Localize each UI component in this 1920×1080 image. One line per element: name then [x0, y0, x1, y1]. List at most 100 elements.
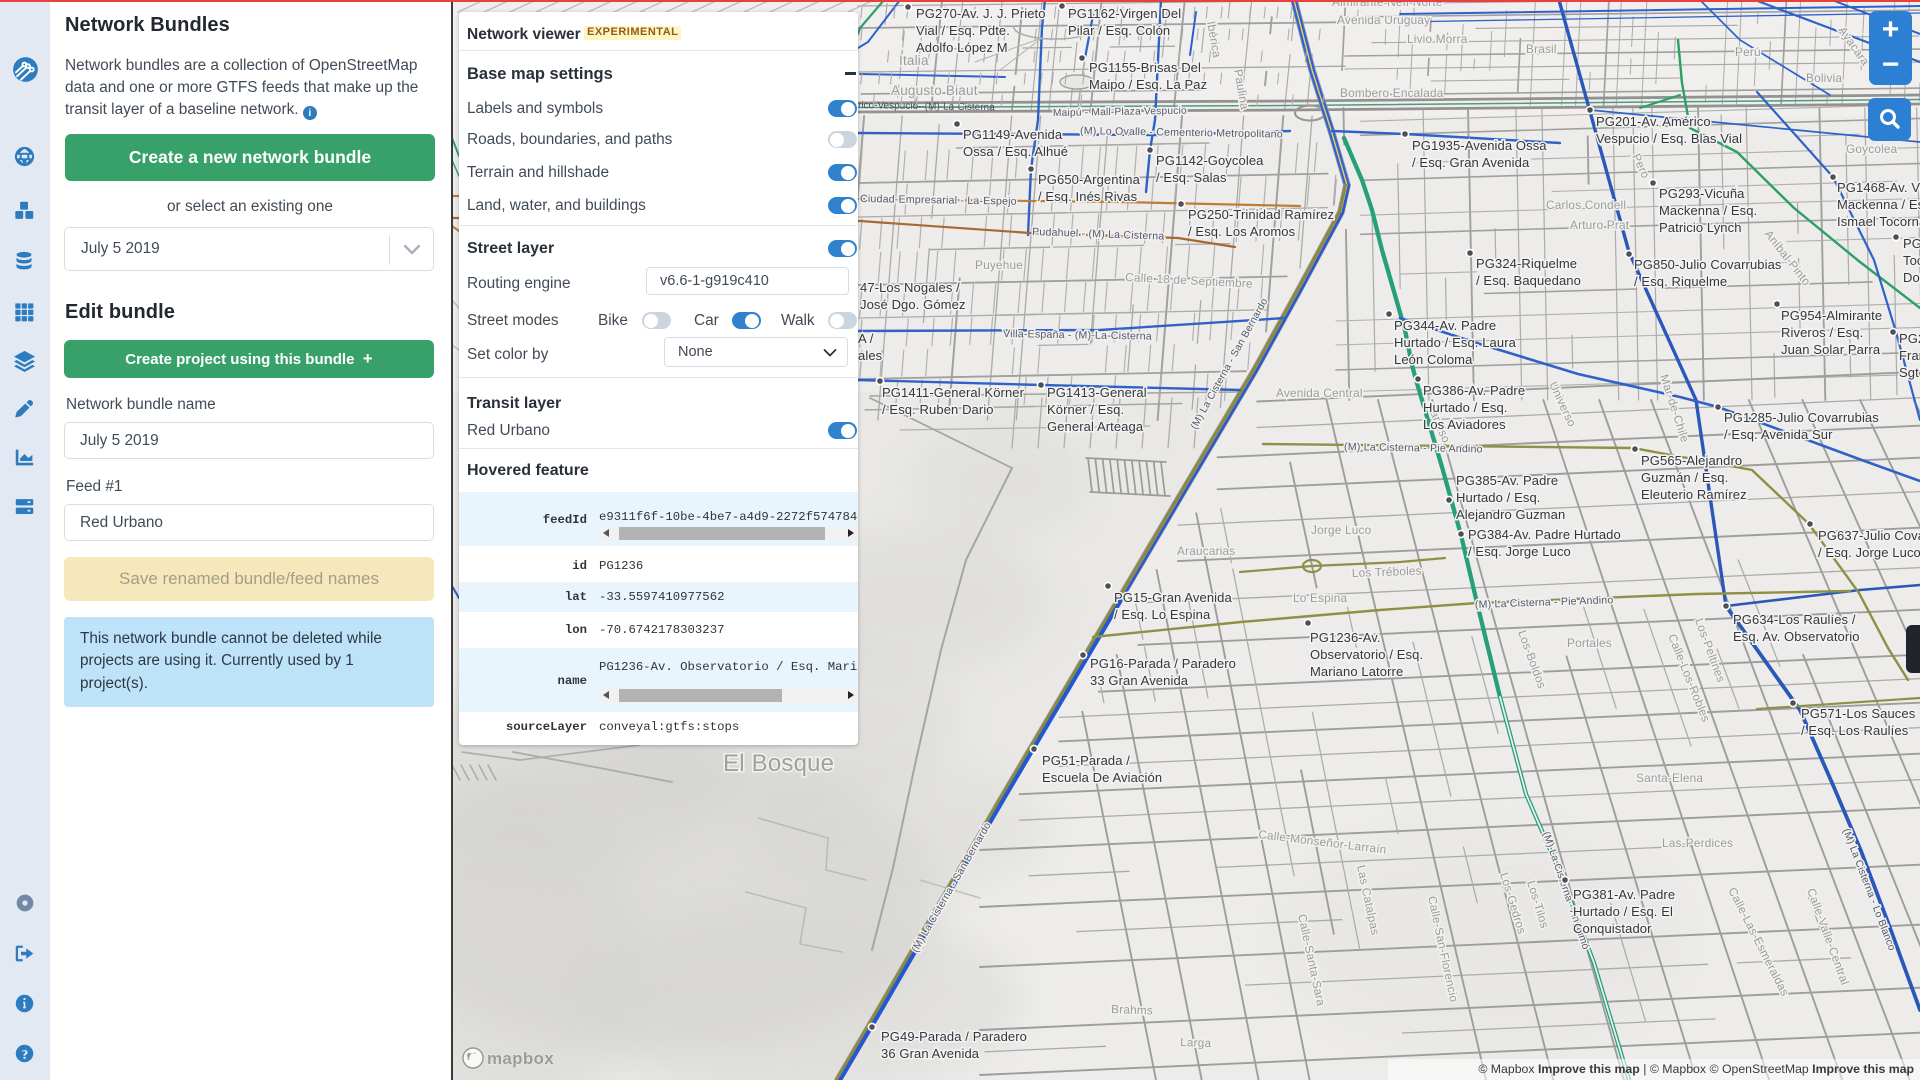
svg-text:Fran: Fran [1899, 348, 1920, 363]
svg-text:PG565-Alejandro: PG565-Alejandro [1641, 453, 1742, 468]
svg-text:PG1155-Brisas Del: PG1155-Brisas Del [1089, 60, 1201, 75]
svg-text:PG1935-Avenida Ossa: PG1935-Avenida Ossa [1412, 138, 1547, 153]
svg-text:Mackenna / Esq.: Mackenna / Esq. [1837, 197, 1920, 212]
svg-text:Guzmán / Esq.: Guzmán / Esq. [1641, 470, 1728, 485]
svg-text:PG381-Av. Padre: PG381-Av. Padre [1573, 887, 1675, 902]
svg-text:PG49-Parada / Paradero: PG49-Parada / Paradero [881, 1029, 1027, 1044]
svg-text:Alejandro Guzman: Alejandro Guzman [1456, 507, 1565, 522]
svg-text:33 Gran Avenida: 33 Gran Avenida [1090, 673, 1189, 688]
svg-text:Italia: Italia [899, 53, 929, 68]
svg-text:Augusto Biaut: Augusto Biaut [891, 83, 978, 98]
svg-text:(M) La Cisterna - Pie Andino: (M) La Cisterna - Pie Andino [1344, 441, 1483, 455]
svg-text:PG571-Los Sauces: PG571-Los Sauces [1801, 706, 1916, 721]
svg-text:PG386-Av. Padre: PG386-Av. Padre [1423, 383, 1525, 398]
svg-text:PG1468-Av. Vicuña: PG1468-Av. Vicuña [1837, 180, 1920, 195]
svg-text:/ Esq. Gran Avenida: / Esq. Gran Avenida [1412, 155, 1530, 170]
svg-text:PG1413-General: PG1413-General [1047, 385, 1147, 400]
svg-text:Juan Solar Parra: Juan Solar Parra [1781, 342, 1881, 357]
svg-text:Ismael Tocornal: Ismael Tocornal [1837, 214, 1920, 229]
svg-text:Conquistador: Conquistador [1573, 921, 1652, 936]
svg-text:Maipo / Esq. La Paz: Maipo / Esq. La Paz [1089, 77, 1207, 92]
svg-text:Vial / Esq. Pdte.: Vial / Esq. Pdte. [916, 23, 1010, 38]
svg-text:/ Esq. Jorge Luco: / Esq. Jorge Luco [1818, 545, 1920, 560]
svg-text:Dor: Dor [1903, 270, 1920, 285]
svg-text:/ Esq. Riquelme: / Esq. Riquelme [1634, 274, 1727, 289]
svg-text:Carlos Condell: Carlos Condell [1546, 198, 1626, 212]
svg-text:/ Esq. Baquedano: / Esq. Baquedano [1476, 273, 1581, 288]
svg-text:Observatorio / Esq.: Observatorio / Esq. [1310, 647, 1423, 662]
svg-text:PG270-Av. J. J. Prieto: PG270-Av. J. J. Prieto [916, 6, 1046, 21]
svg-text:Las-Perdices: Las-Perdices [1662, 836, 1733, 850]
svg-text:PG634-Los Raulíes /: PG634-Los Raulíes / [1733, 612, 1856, 627]
svg-text:Riveros / Esq.: Riveros / Esq. [1781, 325, 1863, 340]
svg-text:Puyehue: Puyehue [975, 258, 1023, 272]
svg-text:/ Esq. Ruben Dario: / Esq. Ruben Dario [882, 402, 994, 417]
svg-text:/ Esq. Salas: / Esq. Salas [1156, 170, 1227, 185]
svg-text:Larga: Larga [1180, 1035, 1212, 1050]
svg-text:Hurtado / Esq. Laura: Hurtado / Esq. Laura [1394, 335, 1517, 350]
svg-text:/ Esq. Los Raulíes: / Esq. Los Raulíes [1801, 723, 1909, 738]
svg-text:PG2: PG2 [1903, 236, 1920, 251]
svg-text:36 Gran Avenida: 36 Gran Avenida [881, 1046, 980, 1061]
svg-text:José Dgo. Gómez: José Dgo. Gómez [860, 297, 966, 312]
svg-text:PG385-Av. Padre: PG385-Av. Padre [1456, 473, 1558, 488]
svg-text:/ Esq. Avenida Sur: / Esq. Avenida Sur [1724, 427, 1833, 442]
svg-text:Körner / Esq.: Körner / Esq. [1047, 402, 1124, 417]
svg-text:Mackenna / Esq.: Mackenna / Esq. [1659, 203, 1757, 218]
svg-text:PG1142-Goycolea: PG1142-Goycolea [1156, 153, 1264, 168]
svg-text:Santa-Elena: Santa-Elena [1636, 771, 1703, 785]
svg-text:Hurtado / Esq. El: Hurtado / Esq. El [1573, 904, 1673, 919]
svg-text:PG250-Trinidad Ramírez: PG250-Trinidad Ramírez [1188, 207, 1334, 222]
svg-text:PG954-Almirante: PG954-Almirante [1781, 308, 1882, 323]
svg-text:Lo Espina: Lo Espina [1293, 591, 1348, 605]
svg-text:Pilar / Esq. Colón: Pilar / Esq. Colón [1068, 23, 1170, 38]
svg-text:Eleuterio Ramírez: Eleuterio Ramírez [1641, 487, 1747, 502]
svg-text:Vespucio / Esq. Blas Vial: Vespucio / Esq. Blas Vial [1596, 131, 1742, 146]
svg-text:Jorge Luco: Jorge Luco [1311, 523, 1372, 537]
svg-text:Patricio Lynch: Patricio Lynch [1659, 220, 1742, 235]
svg-text:PG16-Parada / Paradero: PG16-Parada / Paradero [1090, 656, 1236, 671]
svg-text:Hurtado / Esq.: Hurtado / Esq. [1456, 490, 1541, 505]
svg-text:Sgto: Sgto [1899, 365, 1920, 380]
svg-text:PG1162-Virgen Del: PG1162-Virgen Del [1068, 6, 1181, 21]
svg-text:PG51-Parada /: PG51-Parada / [1042, 753, 1130, 768]
svg-text:PG384-Av. Padre Hurtado: PG384-Av. Padre Hurtado [1468, 527, 1621, 542]
svg-text:A /: A / [858, 331, 874, 346]
svg-text:/ Esq. Los Aromos: / Esq. Los Aromos [1188, 224, 1296, 239]
svg-text:Avenida Central: Avenida Central [1276, 386, 1363, 400]
svg-text:Toc: Toc [1903, 253, 1920, 268]
svg-text:PG1285-Julio Covarrubias: PG1285-Julio Covarrubias [1724, 410, 1879, 425]
svg-text:PG324-Riquelme: PG324-Riquelme [1476, 256, 1577, 271]
svg-text:Bolivia: Bolivia [1806, 71, 1842, 85]
svg-text:Arturo Prat: Arturo Prat [1570, 218, 1630, 232]
svg-text:Portales: Portales [1567, 636, 1612, 650]
svg-text:Avenida Uruguay: Avenida Uruguay [1337, 13, 1430, 27]
svg-text:ales: ales [858, 348, 883, 363]
svg-text:PG1411-General Körner: PG1411-General Körner [882, 385, 1025, 400]
svg-text:Mariano Latorre: Mariano Latorre [1310, 664, 1403, 679]
svg-text:Perú: Perú [1735, 45, 1761, 59]
svg-text:mapbox: mapbox [487, 1049, 554, 1068]
svg-text:Adolfo López M: Adolfo López M [916, 40, 1008, 55]
svg-text:PG29: PG29 [1899, 331, 1920, 346]
svg-text:Livio Morra: Livio Morra [1407, 32, 1468, 46]
svg-text:/ Esq. Lo Espina: / Esq. Lo Espina [1114, 607, 1211, 622]
svg-text:PG1236-Av.: PG1236-Av. [1310, 630, 1381, 645]
svg-text:El Bosque: El Bosque [723, 750, 834, 777]
svg-text:PG637-Julio Covarr: PG637-Julio Covarr [1818, 528, 1920, 543]
svg-text:PG201-Av. Américo: PG201-Av. Américo [1596, 114, 1711, 129]
svg-text:/ Esq. Jorge Luco: / Esq. Jorge Luco [1468, 544, 1571, 559]
svg-text:47-Los Nogales /: 47-Los Nogales / [860, 280, 960, 295]
svg-text:Bombero Encalada: Bombero Encalada [1340, 86, 1444, 100]
svg-text:Goycolea: Goycolea [1846, 142, 1898, 156]
svg-text:General Arteaga: General Arteaga [1047, 419, 1144, 434]
svg-text:Brasil: Brasil [1526, 42, 1557, 56]
svg-text:Los Tréboles: Los Tréboles [1352, 564, 1422, 580]
svg-text:Esq. Av. Observatorio: Esq. Av. Observatorio [1733, 629, 1860, 644]
svg-text:/ Esq. Inés Rivas: / Esq. Inés Rivas [1038, 189, 1138, 204]
svg-text:Araucarias: Araucarias [1177, 544, 1235, 558]
svg-text:PG15-Gran Avenida: PG15-Gran Avenida [1114, 590, 1232, 605]
svg-text:Hurtado / Esq.: Hurtado / Esq. [1423, 400, 1508, 415]
svg-text:Maipú - Mall-Plaza Vespucio: Maipú - Mall-Plaza Vespucio [1053, 106, 1187, 119]
svg-text:León Coloma: León Coloma [1394, 352, 1473, 367]
